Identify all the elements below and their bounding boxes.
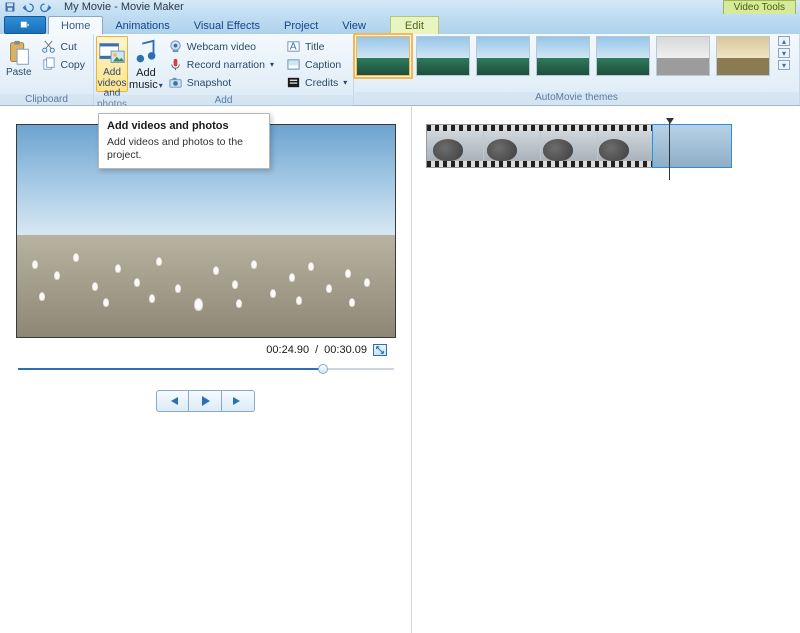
tab-visual-effects[interactable]: Visual Effects bbox=[182, 17, 272, 34]
caption-label: Caption bbox=[305, 59, 341, 71]
tab-animations[interactable]: Animations bbox=[103, 17, 181, 34]
paste-icon bbox=[4, 39, 34, 67]
ribbon: Paste Cut Copy Clipboard Add videos and … bbox=[0, 34, 800, 106]
undo-icon[interactable] bbox=[22, 1, 34, 13]
scroll-down-icon[interactable]: ▾ bbox=[778, 48, 790, 58]
video-clip-1[interactable] bbox=[426, 124, 652, 168]
image-clip-1[interactable] bbox=[652, 124, 732, 168]
automovie-theme-2[interactable] bbox=[416, 36, 470, 76]
ribbon-group-clipboard: Paste Cut Copy Clipboard bbox=[0, 34, 94, 105]
credits-label: Credits bbox=[305, 77, 338, 89]
group-label-automovie: AutoMovie themes bbox=[354, 92, 799, 105]
group-label-add: Add bbox=[94, 95, 353, 106]
slider-fill bbox=[18, 368, 323, 370]
record-narration-label: Record narration bbox=[187, 59, 265, 71]
slider-thumb[interactable] bbox=[318, 364, 328, 374]
time-total: 00:30.09 bbox=[324, 344, 367, 356]
storyboard-pane[interactable] bbox=[412, 106, 800, 633]
automovie-theme-6[interactable] bbox=[656, 36, 710, 76]
add-music-button[interactable]: Add music▾ bbox=[128, 36, 164, 92]
group-label-clipboard: Clipboard bbox=[0, 94, 93, 105]
title-label: Title bbox=[305, 41, 324, 53]
scroll-up-icon[interactable]: ▴ bbox=[778, 36, 790, 46]
snapshot-button[interactable]: Snapshot bbox=[166, 74, 276, 91]
caption-icon bbox=[286, 57, 301, 72]
play-button[interactable] bbox=[189, 390, 222, 412]
contextual-tab-group: Video Tools bbox=[723, 0, 796, 14]
paste-button[interactable]: Paste bbox=[2, 36, 35, 92]
chevron-down-icon: ▾ bbox=[159, 81, 163, 90]
gallery-scroll[interactable]: ▴ ▾ ▾ bbox=[778, 36, 790, 70]
copy-button[interactable]: Copy bbox=[39, 56, 87, 73]
automovie-theme-3[interactable] bbox=[476, 36, 530, 76]
add-music-icon bbox=[131, 39, 161, 67]
tooltip: Add videos and photos Add videos and pho… bbox=[98, 113, 270, 169]
title-bar: My Movie - Movie Maker Video Tools bbox=[0, 0, 800, 14]
time-current: 00:24.90 bbox=[266, 344, 309, 356]
add-music-label: Add music▾ bbox=[129, 68, 163, 91]
tooltip-body: Add videos and photos to the project. bbox=[107, 136, 261, 162]
cut-label: Cut bbox=[60, 41, 76, 53]
caption-button[interactable]: Caption bbox=[284, 56, 349, 73]
window-title: My Movie - Movie Maker bbox=[64, 1, 184, 13]
fullscreen-button[interactable] bbox=[373, 344, 387, 356]
time-separator: / bbox=[315, 344, 318, 356]
title-button[interactable]: A Title bbox=[284, 38, 349, 55]
automovie-theme-4[interactable] bbox=[536, 36, 590, 76]
svg-text:A: A bbox=[290, 41, 297, 52]
credits-button[interactable]: Credits ▾ bbox=[284, 74, 349, 91]
playback-controls bbox=[156, 390, 255, 412]
add-videos-photos-icon bbox=[97, 39, 127, 67]
tab-strip: Home Animations Visual Effects Project V… bbox=[0, 14, 800, 34]
tab-edit[interactable]: Edit bbox=[390, 16, 439, 34]
cut-icon bbox=[41, 39, 56, 54]
ribbon-group-add: Add videos and photos Add music▾ Webcam … bbox=[94, 34, 354, 105]
playhead[interactable] bbox=[669, 122, 670, 180]
webcam-video-label: Webcam video bbox=[187, 41, 256, 53]
app-menu-button[interactable] bbox=[4, 16, 46, 34]
tooltip-title: Add videos and photos bbox=[107, 120, 261, 132]
tab-project[interactable]: Project bbox=[272, 17, 330, 34]
chevron-down-icon: ▾ bbox=[343, 78, 347, 87]
previous-frame-button[interactable] bbox=[156, 390, 189, 412]
preview-pane: 00:24.90 / 00:30.09 bbox=[0, 106, 412, 633]
paste-label: Paste bbox=[6, 68, 32, 79]
add-videos-photos-button[interactable]: Add videos and photos bbox=[96, 36, 128, 92]
save-icon[interactable] bbox=[4, 1, 16, 13]
tab-view[interactable]: View bbox=[330, 17, 378, 34]
cut-button[interactable]: Cut bbox=[39, 38, 87, 55]
snapshot-icon bbox=[168, 75, 183, 90]
clip-strip bbox=[426, 124, 786, 168]
credits-icon bbox=[286, 75, 301, 90]
chevron-down-icon: ▾ bbox=[270, 60, 274, 69]
tab-home[interactable]: Home bbox=[48, 16, 103, 34]
automovie-theme-1[interactable] bbox=[356, 36, 410, 76]
ribbon-group-automovie: ▴ ▾ ▾ AutoMovie themes bbox=[354, 34, 800, 105]
seek-slider[interactable] bbox=[18, 362, 394, 376]
automovie-theme-7[interactable] bbox=[716, 36, 770, 76]
snapshot-label: Snapshot bbox=[187, 77, 231, 89]
timecode: 00:24.90 / 00:30.09 bbox=[266, 344, 387, 356]
title-icon: A bbox=[286, 39, 301, 54]
preview-birds bbox=[17, 235, 395, 324]
next-frame-button[interactable] bbox=[222, 390, 255, 412]
workspace: 00:24.90 / 00:30.09 bbox=[0, 106, 800, 633]
copy-label: Copy bbox=[60, 59, 85, 71]
record-narration-button[interactable]: Record narration ▾ bbox=[166, 56, 276, 73]
webcam-video-button[interactable]: Webcam video bbox=[166, 38, 276, 55]
gallery-expand-icon[interactable]: ▾ bbox=[778, 60, 790, 70]
copy-icon bbox=[41, 57, 56, 72]
redo-icon[interactable] bbox=[40, 1, 52, 13]
microphone-icon bbox=[168, 57, 183, 72]
webcam-icon bbox=[168, 39, 183, 54]
automovie-theme-5[interactable] bbox=[596, 36, 650, 76]
